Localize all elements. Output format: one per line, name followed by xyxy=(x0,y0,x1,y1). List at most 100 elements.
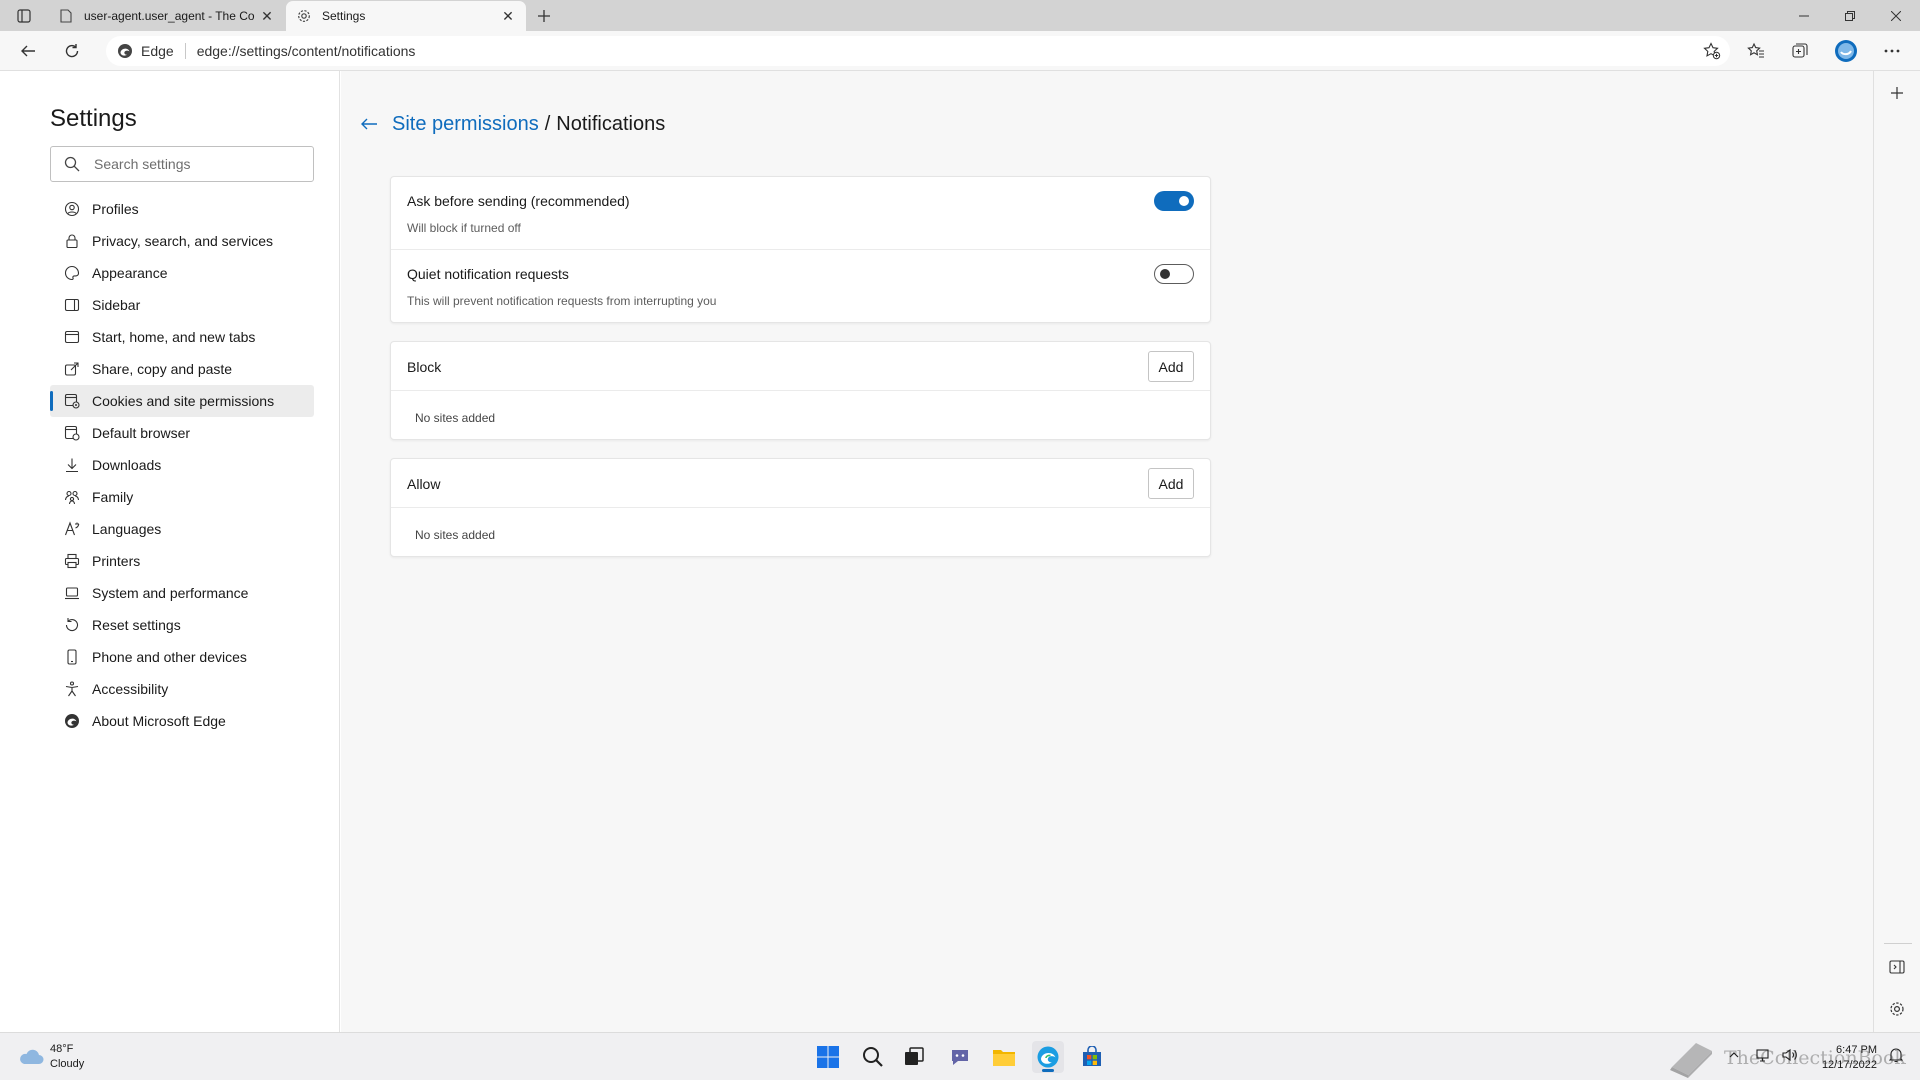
teams-chat-button[interactable] xyxy=(944,1041,976,1073)
file-explorer-button[interactable] xyxy=(988,1041,1020,1073)
refresh-button[interactable] xyxy=(56,35,88,67)
block-title: Block xyxy=(407,359,442,375)
book-logo-icon xyxy=(1670,1043,1712,1078)
sidebar-item-label: Downloads xyxy=(92,457,162,473)
page-icon xyxy=(58,8,74,24)
close-window-button[interactable] xyxy=(1873,0,1919,31)
sidebar-add-button[interactable] xyxy=(1885,81,1909,105)
settings-content: Site permissions / Notifications Ask bef… xyxy=(341,71,1873,1032)
close-tab-icon[interactable]: ✕ xyxy=(255,4,279,28)
sidebar-item-start-home[interactable]: Start, home, and new tabs xyxy=(50,321,314,353)
home-icon xyxy=(64,329,80,345)
notification-center-button[interactable] xyxy=(1888,1047,1904,1063)
close-tab-icon[interactable]: ✕ xyxy=(496,4,520,28)
task-view-button[interactable] xyxy=(898,1041,930,1073)
weather-widget[interactable]: 48°F Cloudy xyxy=(18,1042,84,1072)
laptop-icon xyxy=(64,585,80,601)
add-favorite-button[interactable] xyxy=(1700,39,1724,63)
tab-actions-button[interactable] xyxy=(12,6,36,26)
quiet-requests-description: This will prevent notification requests … xyxy=(407,294,717,308)
tab-settings[interactable]: Settings ✕ xyxy=(286,1,526,31)
taskbar-search-button[interactable] xyxy=(857,1041,889,1073)
tab-user-agent[interactable]: user-agent.user_agent - The Coll ✕ xyxy=(48,1,285,31)
back-arrow-icon xyxy=(21,45,35,57)
network-icon[interactable] xyxy=(1756,1047,1772,1063)
block-add-button[interactable]: Add xyxy=(1148,351,1194,382)
start-button[interactable] xyxy=(812,1041,844,1073)
sidebar-item-phone[interactable]: Phone and other devices xyxy=(50,641,314,673)
volume-icon[interactable] xyxy=(1782,1047,1798,1063)
ask-before-sending-description: Will block if turned off xyxy=(407,221,521,235)
back-to-site-permissions-button[interactable] xyxy=(357,112,381,136)
quiet-requests-toggle[interactable] xyxy=(1154,264,1194,284)
sidebar-item-family[interactable]: Family xyxy=(50,481,314,513)
toggle-knob xyxy=(1160,269,1170,279)
sidebar-item-sidebar[interactable]: Sidebar xyxy=(50,289,314,321)
notification-bell-icon xyxy=(1889,1048,1903,1063)
sidebar-item-label: About Microsoft Edge xyxy=(92,713,226,729)
sidebar-settings-button[interactable] xyxy=(1885,997,1909,1021)
sidebar-item-appearance[interactable]: Appearance xyxy=(50,257,314,289)
sidebar-item-about[interactable]: About Microsoft Edge xyxy=(50,705,314,737)
page-title: Notifications xyxy=(556,112,666,135)
search-input[interactable] xyxy=(94,156,294,172)
favorites-button[interactable] xyxy=(1740,35,1772,67)
edge-taskbar-button[interactable] xyxy=(1032,1041,1064,1073)
sidebar-item-accessibility[interactable]: Accessibility xyxy=(50,673,314,705)
ask-before-sending-row: Ask before sending (recommended) Will bl… xyxy=(391,177,1210,250)
sidebar-item-share[interactable]: Share, copy and paste xyxy=(50,353,314,385)
edge-sidebar xyxy=(1873,71,1920,1032)
address-bar[interactable]: Edge edge://settings/content/notificatio… xyxy=(106,36,1730,66)
profile-avatar-button[interactable] xyxy=(1830,35,1862,67)
windows-taskbar: 48°F Cloudy TheCollectionBook 6:47 PM 12… xyxy=(0,1032,1920,1080)
block-empty-text: No sites added xyxy=(415,411,496,425)
sidebar-item-label: Printers xyxy=(92,553,141,569)
system-clock[interactable]: 6:47 PM 12/17/2022 xyxy=(1813,1043,1877,1073)
collections-button[interactable] xyxy=(1784,35,1816,67)
new-tab-button[interactable] xyxy=(532,4,556,28)
sidebar-item-label: Appearance xyxy=(92,265,168,281)
sidebar-item-label: Default browser xyxy=(92,425,191,441)
sidebar-item-printers[interactable]: Printers xyxy=(50,545,314,577)
sidebar-item-reset[interactable]: Reset settings xyxy=(50,609,314,641)
notification-toggles-card: Ask before sending (recommended) Will bl… xyxy=(390,176,1211,323)
edge-logo-icon xyxy=(64,713,80,729)
cookies-icon xyxy=(64,393,80,409)
sidebar-item-default-browser[interactable]: Default browser xyxy=(50,417,314,449)
store-button[interactable] xyxy=(1076,1041,1108,1073)
phone-icon xyxy=(64,649,80,665)
appearance-icon xyxy=(64,265,80,281)
search-settings-box[interactable] xyxy=(50,146,314,182)
sidebar-item-downloads[interactable]: Downloads xyxy=(50,449,314,481)
url-text[interactable]: edge://settings/content/notifications xyxy=(197,43,1700,59)
ask-before-sending-toggle[interactable] xyxy=(1154,191,1194,211)
sidebar-item-system[interactable]: System and performance xyxy=(50,577,314,609)
toggle-knob xyxy=(1179,196,1189,206)
show-hidden-icons-button[interactable] xyxy=(1726,1047,1742,1063)
sidebar-item-languages[interactable]: Languages xyxy=(50,513,314,545)
sidebar-item-profiles[interactable]: Profiles xyxy=(50,193,314,225)
star-plus-icon xyxy=(1703,42,1721,60)
minimize-button[interactable] xyxy=(1781,0,1827,31)
sidebar-item-label: Family xyxy=(92,489,134,505)
ask-before-sending-label: Ask before sending (recommended) xyxy=(407,193,630,209)
site-identity[interactable]: Edge xyxy=(141,43,174,59)
collections-icon xyxy=(1792,43,1808,58)
sidebar-item-privacy[interactable]: Privacy, search, and services xyxy=(50,225,314,257)
clock-date: 12/17/2022 xyxy=(1821,1059,1877,1071)
hide-sidebar-button[interactable] xyxy=(1885,955,1909,979)
plus-icon xyxy=(1891,87,1903,99)
back-button[interactable] xyxy=(12,35,44,67)
restore-button[interactable] xyxy=(1827,0,1873,31)
sidebar-item-label: Languages xyxy=(92,521,162,537)
restore-icon xyxy=(1845,10,1855,21)
settings-more-button[interactable] xyxy=(1876,35,1908,67)
sidebar-item-cookies[interactable]: Cookies and site permissions xyxy=(50,385,314,417)
breadcrumb-site-permissions-link[interactable]: Site permissions xyxy=(392,113,539,136)
gear-icon xyxy=(296,8,312,24)
back-arrow-icon xyxy=(361,118,377,130)
accessibility-icon xyxy=(64,681,80,697)
allow-add-button[interactable]: Add xyxy=(1148,468,1194,499)
chevron-up-icon xyxy=(1729,1052,1739,1058)
address-divider xyxy=(184,43,186,59)
